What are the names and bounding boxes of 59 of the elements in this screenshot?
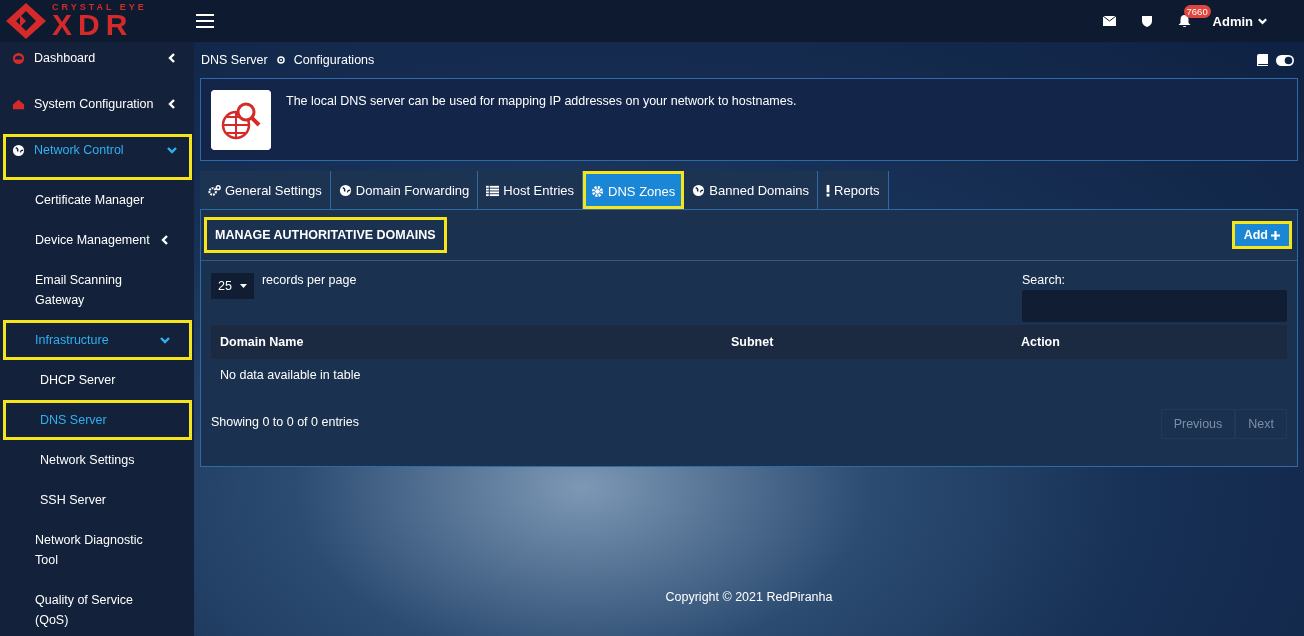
notification-badge: 7660 [1183, 5, 1211, 18]
sidebar-item[interactable]: Network Diagnostic Tool [3, 520, 192, 580]
sidebar-item[interactable]: SSH Server [3, 480, 192, 520]
toggle-icon[interactable] [1276, 54, 1294, 66]
tab[interactable]: General Settings [200, 171, 331, 209]
chevron-down-icon [1257, 15, 1268, 27]
chevron-down-icon[interactable] [159, 334, 171, 346]
sidebar-item[interactable]: DNS Server [3, 400, 192, 440]
sidebar-item[interactable]: System Configuration [3, 88, 192, 134]
page-size-label: records per page [261, 273, 357, 287]
exclamation-icon [826, 183, 831, 197]
chevron-left-icon[interactable] [166, 98, 178, 110]
gauge-icon [12, 51, 25, 65]
sidebar-item[interactable]: DHCP Server [3, 360, 192, 400]
entries-info: Showing 0 to 0 of 0 entries [211, 415, 359, 429]
sidebar-item[interactable]: Dashboard [3, 42, 192, 88]
house-icon [12, 97, 25, 111]
breadcrumb-item: Configurations [293, 53, 375, 67]
menu-icon[interactable] [196, 14, 214, 28]
empty-table-message: No data available in table [219, 367, 362, 384]
globe-search-icon [211, 90, 271, 150]
caret-icon [239, 284, 247, 288]
search-label: Search: [1022, 273, 1067, 287]
info-description: The local DNS server can be used for mapping IP addresses on your network to hostnames. [286, 94, 797, 108]
sidebar-item[interactable]: Infrastructure [3, 320, 192, 360]
user-menu[interactable]: Admin [1212, 13, 1268, 29]
sidebar-item[interactable]: Network Settings [3, 440, 192, 480]
copyright-text: Copyright © 2021 RedPiranha [664, 590, 834, 604]
section-title: MANAGE AUTHORITATIVE DOMAINS [204, 217, 447, 253]
sidebar-item[interactable]: Quality of Service (QoS) [3, 580, 192, 636]
bell-icon[interactable] [1177, 15, 1191, 27]
sidebar-item[interactable]: Device Management [3, 220, 192, 260]
chevron-left-icon[interactable] [159, 234, 171, 246]
add-button[interactable]: Add [1234, 224, 1289, 246]
tab[interactable]: Host Entries [478, 171, 584, 209]
logo-tagline: CRYSTAL EYE [52, 2, 147, 12]
chevron-left-icon[interactable] [166, 52, 178, 64]
shield-icon[interactable] [1141, 15, 1152, 27]
list-icon [486, 183, 500, 197]
tab[interactable]: Domain Forwarding [330, 171, 479, 209]
breadcrumb-separator-icon [276, 56, 285, 64]
column-header[interactable]: Domain Name [211, 335, 722, 349]
tab[interactable]: Banned Domains [684, 171, 819, 209]
envelope-icon[interactable] [1102, 15, 1116, 27]
chevron-down-icon[interactable] [166, 144, 178, 156]
page-size-select[interactable]: 25 [211, 273, 254, 299]
search-field[interactable] [1022, 290, 1287, 322]
plus-icon [1271, 230, 1280, 240]
tab[interactable]: Reports [818, 171, 889, 209]
gear-icon [591, 185, 605, 198]
sidebar-item[interactable]: Email Scanning Gateway [3, 260, 192, 320]
breadcrumb-item[interactable]: DNS Server [201, 53, 268, 67]
column-header[interactable]: Subnet [722, 335, 1012, 349]
tab[interactable]: DNS Zones [583, 171, 685, 209]
column-header[interactable]: Action [1012, 335, 1287, 349]
logo-wordmark: XDR [52, 9, 134, 40]
sidebar-item[interactable]: Network Control [3, 134, 192, 180]
sidebar-item[interactable]: Certificate Manager [3, 180, 192, 220]
book-icon[interactable] [1257, 54, 1268, 66]
